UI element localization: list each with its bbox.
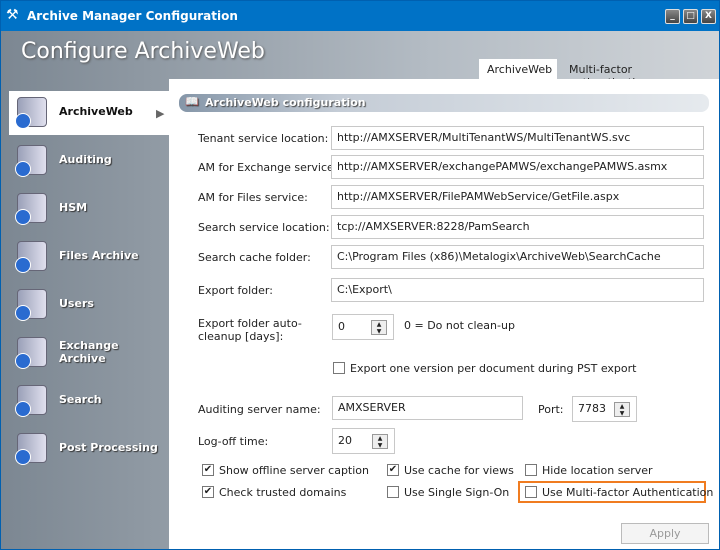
files-service-label: AM for Files service: xyxy=(198,191,308,204)
auditing-server-label: Auditing server name: xyxy=(198,403,321,416)
tab-multi-factor-authentication[interactable]: Multi-factor authentication xyxy=(561,59,719,89)
exchange-service-label: AM for Exchange service: xyxy=(198,161,338,174)
minimize-button[interactable]: _ xyxy=(665,9,680,24)
search-service-input[interactable]: tcp://AMXSERVER:8228/PamSearch xyxy=(331,215,704,239)
server-icon xyxy=(15,433,47,465)
tools-icon: ⚒ xyxy=(6,7,19,23)
sidebar-item-post-processing[interactable]: Post Processing xyxy=(15,429,165,469)
server-icon xyxy=(15,289,47,321)
app-window: ⚒ Archive Manager Configuration _ □ X Co… xyxy=(0,0,720,550)
server-icon xyxy=(15,193,47,225)
cleanup-label: Export folder auto-cleanup [days]: xyxy=(198,317,302,343)
section-header: 📖 ArchiveWeb configuration xyxy=(179,94,709,112)
server-icon xyxy=(15,337,47,369)
apply-button[interactable]: Apply xyxy=(621,523,709,544)
show-offline-caption-checkbox[interactable]: ✔ Show offline server caption xyxy=(202,464,369,477)
spin-arrows-icon[interactable]: ▲ ▼ xyxy=(614,402,630,417)
use-cache-checkbox[interactable]: ✔ Use cache for views xyxy=(387,464,514,477)
tenant-service-label: Tenant service location: xyxy=(198,132,329,145)
book-icon: 📖 xyxy=(185,95,199,108)
page-title: Configure ArchiveWeb xyxy=(21,39,265,64)
spin-arrows-icon[interactable]: ▲ ▼ xyxy=(372,434,388,449)
search-cache-label: Search cache folder: xyxy=(198,251,311,264)
use-sso-checkbox[interactable]: Use Single Sign-On xyxy=(387,486,509,499)
files-service-input[interactable]: http://AMXSERVER/FilePAMWebService/GetFi… xyxy=(331,185,704,209)
sidebar-item-hsm[interactable]: HSM xyxy=(15,189,165,229)
port-spinner[interactable]: 7783 ▲ ▼ xyxy=(572,396,637,422)
sidebar-item-auditing[interactable]: Auditing xyxy=(15,141,165,181)
export-folder-label: Export folder: xyxy=(198,284,273,297)
auditing-server-input[interactable]: AMXSERVER xyxy=(332,396,523,420)
server-icon xyxy=(15,241,47,273)
exchange-service-input[interactable]: http://AMXSERVER/exchangePAMWS/exchangeP… xyxy=(331,155,704,179)
cleanup-hint: 0 = Do not clean-up xyxy=(404,319,515,332)
sidebar-item-search[interactable]: Search xyxy=(15,381,165,421)
check-trusted-domains-checkbox[interactable]: ✔ Check trusted domains xyxy=(202,486,346,499)
maximize-button[interactable]: □ xyxy=(683,9,698,24)
search-service-label: Search service location: xyxy=(198,221,330,234)
cleanup-spinner[interactable]: 0 ▲ ▼ xyxy=(332,314,394,340)
server-icon xyxy=(15,97,47,129)
sidebar-item-exchange-archive[interactable]: Exchange Archive xyxy=(15,333,165,373)
sidebar-item-archiveweb[interactable]: ArchiveWeb xyxy=(15,93,165,133)
use-mfa-checkbox[interactable]: Use Multi-factor Authentication xyxy=(525,486,713,499)
logoff-spinner[interactable]: 20 ▲ ▼ xyxy=(332,428,395,454)
close-button[interactable]: X xyxy=(701,9,716,24)
server-icon xyxy=(15,385,47,417)
tenant-service-input[interactable]: http://AMXSERVER/MultiTenantWS/MultiTena… xyxy=(331,126,704,150)
server-icon xyxy=(15,145,47,177)
logoff-label: Log-off time: xyxy=(198,435,269,448)
port-label: Port: xyxy=(538,403,564,416)
hide-location-server-checkbox[interactable]: Hide location server xyxy=(525,464,653,477)
sidebar-item-files-archive[interactable]: Files Archive xyxy=(15,237,165,277)
export-folder-input[interactable]: C:\Export\ xyxy=(331,278,704,302)
sidebar-item-users[interactable]: Users xyxy=(15,285,165,325)
export-one-version-checkbox[interactable]: Export one version per document during P… xyxy=(333,362,636,375)
window-title: Archive Manager Configuration xyxy=(27,9,238,23)
title-bar: ⚒ Archive Manager Configuration _ □ X xyxy=(1,1,719,31)
chevron-right-icon: ▶ xyxy=(156,107,165,120)
search-cache-input[interactable]: C:\Program Files (x86)\Metalogix\Archive… xyxy=(331,245,704,269)
tab-archiveweb[interactable]: ArchiveWeb xyxy=(479,59,557,79)
spin-arrows-icon[interactable]: ▲ ▼ xyxy=(371,320,387,335)
